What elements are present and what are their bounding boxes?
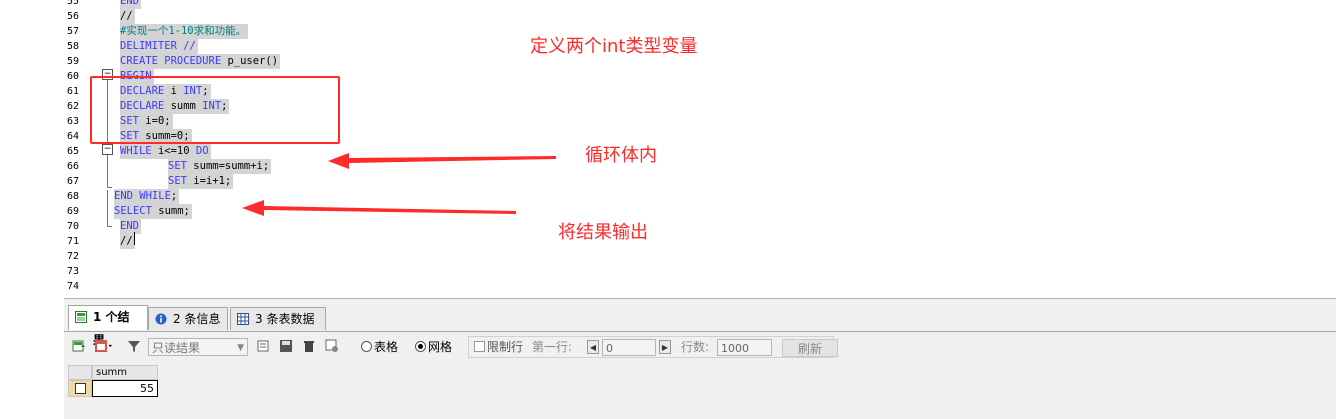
- result-toolbar: 只读结果 ▼ 表格 网格 限制行 第一行: ◀ 0 ▶ 行数: 1000 刷新: [64, 334, 1336, 360]
- code-token: summ=summ+i;: [193, 160, 270, 172]
- info-icon: [155, 313, 167, 325]
- line-number: 59: [67, 56, 80, 67]
- code-token: i=i+1;: [193, 175, 232, 187]
- sql-editor[interactable]: 55 END 56 // 57 #实现一个1-10求和功能。 58 DELIMITER // 5…: [64, 0, 1336, 298]
- code-token: DELIMITER //: [120, 40, 196, 52]
- line-number: 66: [67, 161, 80, 172]
- first-row-label: 第一行:: [532, 340, 573, 354]
- code-token: CREATE PROCEDURE: [120, 55, 228, 67]
- grid-options-icon[interactable]: [94, 339, 108, 353]
- loop-arrow: [328, 153, 556, 169]
- fold-collapse-icon[interactable]: −: [102, 144, 113, 155]
- readonly-select-value: 只读结果: [152, 341, 201, 355]
- view-grid-radio[interactable]: [415, 341, 426, 352]
- code-line[interactable]: END: [120, 219, 141, 234]
- tab-messages[interactable]: 2 条信息: [148, 307, 228, 330]
- filter-icon[interactable]: [127, 339, 141, 353]
- tab-label: 3 条表数据: [255, 312, 315, 326]
- line-number: 67: [67, 176, 80, 187]
- annotation-loop-body: 循环体内: [585, 145, 657, 166]
- code-line[interactable]: //: [120, 234, 135, 249]
- fold-guide-end: [107, 187, 112, 188]
- code-token: p_user(): [227, 55, 279, 67]
- row-count-label: 行数:: [681, 340, 710, 354]
- result-grid-icon: [75, 311, 87, 323]
- code-line[interactable]: END: [120, 0, 141, 9]
- result-panel: 1 个结果 2 条信息 3 条表数据 只读结果 ▼ 表格 网格 限制行 第一行:: [64, 298, 1336, 419]
- first-row-decrement[interactable]: ◀: [587, 340, 599, 354]
- limit-rows-checkbox[interactable]: [474, 341, 485, 352]
- line-number: 71: [67, 236, 80, 247]
- add-row-icon[interactable]: [257, 339, 271, 353]
- line-number: 69: [67, 206, 80, 217]
- code-token: //: [120, 235, 133, 247]
- code-token: SET: [168, 175, 194, 187]
- line-number: 74: [67, 281, 80, 292]
- code-token: WHILE: [120, 145, 158, 157]
- line-number: 68: [67, 191, 80, 202]
- row-header[interactable]: [68, 380, 92, 397]
- annotation-output-result: 将结果输出: [558, 222, 648, 243]
- line-number: 72: [67, 251, 80, 262]
- readonly-select[interactable]: 只读结果 ▼: [148, 338, 248, 356]
- view-grid-label: 网格: [428, 340, 453, 354]
- code-line[interactable]: //: [120, 9, 135, 24]
- code-line[interactable]: SET summ=summ+i;: [168, 159, 272, 174]
- result-tabs: 1 个结果 2 条信息 3 条表数据: [64, 305, 1336, 347]
- refresh-data-icon[interactable]: [325, 339, 339, 353]
- line-number: 70: [67, 221, 80, 232]
- code-line[interactable]: SET i=i+1;: [168, 174, 234, 189]
- code-line[interactable]: CREATE PROCEDURE p_user(): [120, 54, 281, 69]
- refresh-button[interactable]: 刷新: [782, 339, 838, 357]
- tab-label: 2 条信息: [173, 312, 221, 326]
- code-token: END: [120, 220, 139, 232]
- grid-cell[interactable]: 55: [92, 380, 158, 397]
- line-number: 56: [67, 11, 80, 22]
- delete-icon[interactable]: [302, 339, 316, 353]
- tab-table-data[interactable]: 3 条表数据: [230, 307, 326, 330]
- code-line[interactable]: WHILE i<=10 DO: [120, 144, 211, 159]
- line-number: 65: [67, 146, 80, 157]
- view-table-radio[interactable]: [361, 341, 372, 352]
- tab-results[interactable]: 1 个结果: [68, 305, 148, 347]
- line-number: 58: [67, 41, 80, 52]
- chevron-down-icon[interactable]: [108, 339, 116, 353]
- code-token: END: [120, 0, 139, 7]
- annotation-define-vars: 定义两个int类型变量: [530, 36, 698, 57]
- save-icon[interactable]: [279, 339, 293, 353]
- code-token: summ;: [158, 205, 190, 217]
- left-frame: [0, 0, 65, 418]
- annotation-box: [90, 76, 340, 144]
- line-number: 73: [67, 266, 80, 277]
- row-count-input[interactable]: 1000: [717, 339, 772, 356]
- code-token: SELECT: [114, 205, 159, 217]
- table-data-icon: [237, 313, 249, 325]
- code-line[interactable]: END WHILE;: [114, 189, 180, 204]
- code-line[interactable]: #实现一个1-10求和功能。: [120, 24, 249, 39]
- code-token: ;: [170, 190, 178, 202]
- export-icon[interactable]: [72, 339, 86, 353]
- code-token: //: [120, 10, 133, 22]
- fold-guide-end: [107, 226, 112, 227]
- limit-rows-label: 限制行: [487, 340, 524, 354]
- code-token: SET: [168, 160, 194, 172]
- line-number: 55: [67, 0, 80, 7]
- row-checkbox[interactable]: [75, 383, 86, 394]
- first-row-increment[interactable]: ▶: [659, 340, 671, 354]
- fold-guide: [107, 155, 108, 187]
- text-cursor: [134, 232, 135, 245]
- view-table-label: 表格: [374, 340, 399, 354]
- code-token: #实现一个1-10求和功能。: [120, 25, 247, 37]
- fold-guide: [107, 190, 108, 226]
- code-line[interactable]: DELIMITER //: [120, 39, 198, 54]
- code-line[interactable]: SELECT summ;: [114, 204, 192, 219]
- code-token: DO: [195, 145, 209, 157]
- line-number: 57: [67, 26, 80, 37]
- column-header-summ[interactable]: summ: [92, 365, 158, 380]
- code-token: i<=10: [157, 145, 196, 157]
- grid-corner: [68, 365, 92, 380]
- chevron-down-icon: ▼: [237, 343, 244, 353]
- first-row-input[interactable]: 0: [602, 339, 656, 356]
- code-token: END WHILE: [114, 190, 171, 202]
